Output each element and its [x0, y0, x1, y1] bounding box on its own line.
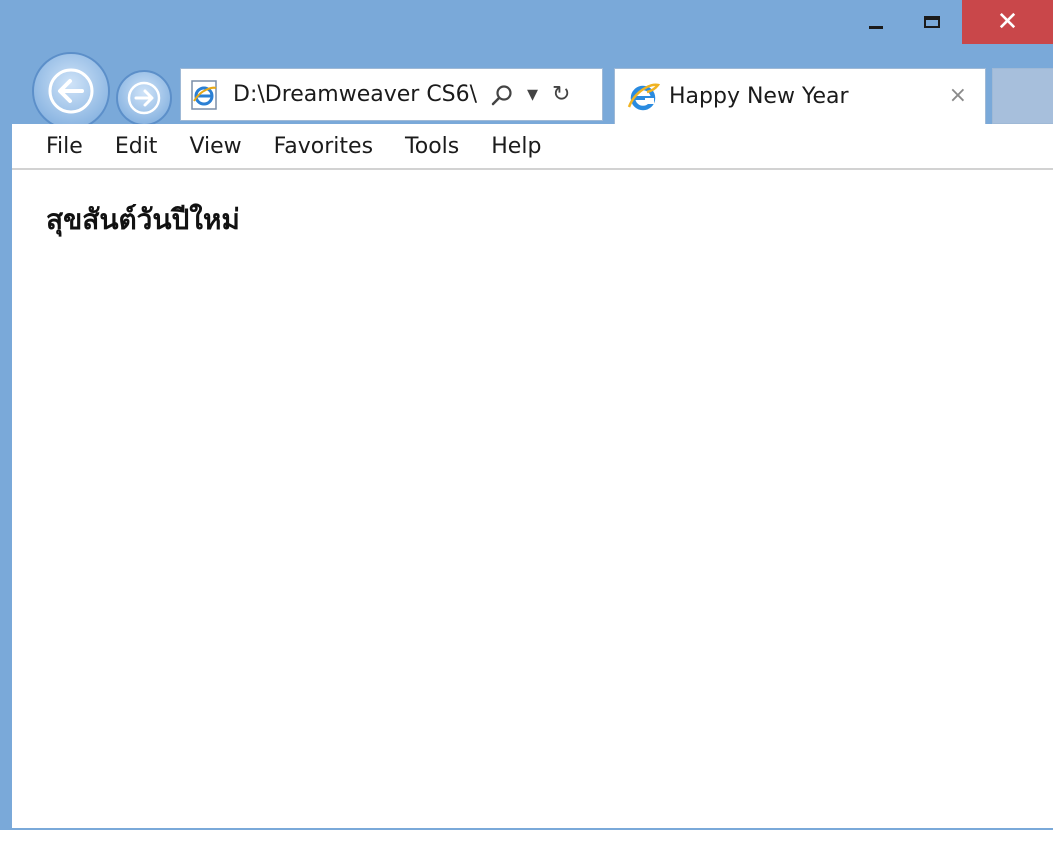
page-content: สุขสันต์วันปีใหม่	[12, 170, 1053, 830]
tab-close-icon[interactable]: ×	[949, 83, 967, 108]
page-heading: สุขสันต์วันปีใหม่	[46, 203, 240, 236]
search-icon	[491, 84, 512, 105]
new-tab-button[interactable]	[992, 68, 1053, 124]
maximize-icon	[924, 16, 940, 28]
menu-view[interactable]: View	[173, 134, 257, 159]
address-input[interactable]: D:\Dreamweaver CS6\	[233, 82, 483, 107]
address-bar[interactable]: D:\Dreamweaver CS6\ ▾ ↻	[180, 68, 603, 121]
tab-happy-new-year[interactable]: Happy New Year ×	[614, 68, 986, 124]
arrow-right-icon	[127, 81, 161, 115]
search-button[interactable]	[491, 84, 513, 106]
close-icon: ✕	[996, 7, 1019, 37]
address-tools: ▾ ↻	[491, 82, 584, 107]
menu-help[interactable]: Help	[475, 134, 557, 159]
address-dropdown-button[interactable]: ▾	[527, 82, 538, 107]
forward-button[interactable]	[116, 70, 172, 126]
menu-tools[interactable]: Tools	[389, 134, 475, 159]
menu-bar: File Edit View Favorites Tools Help	[12, 124, 1053, 170]
title-bar: ✕	[0, 0, 1053, 56]
minimize-button[interactable]	[852, 0, 900, 44]
menu-file[interactable]: File	[12, 134, 99, 159]
ie-page-icon	[191, 79, 217, 110]
menu-favorites[interactable]: Favorites	[258, 134, 389, 159]
close-window-button[interactable]: ✕	[962, 0, 1053, 44]
minimize-icon	[869, 25, 883, 29]
window-bottom	[0, 830, 1053, 843]
browser-window: ✕ D:\Dreamweaver CS6\ ▾ ↻ Happy New Year…	[0, 0, 1053, 843]
back-button[interactable]	[32, 52, 110, 130]
arrow-left-icon	[48, 68, 94, 114]
menu-edit[interactable]: Edit	[99, 134, 174, 159]
ie-logo-icon	[627, 82, 661, 110]
tab-title: Happy New Year	[669, 84, 849, 109]
refresh-button[interactable]: ↻	[552, 82, 570, 107]
maximize-button[interactable]	[908, 0, 956, 44]
